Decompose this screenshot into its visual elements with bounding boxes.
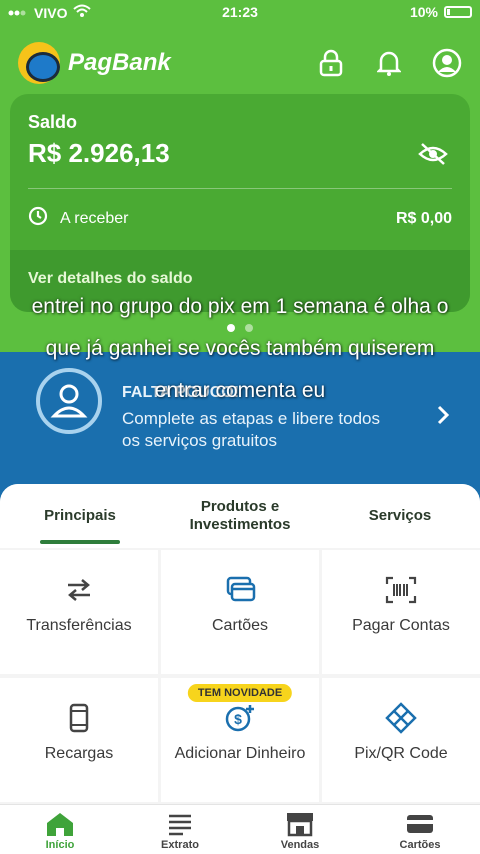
home-icon: [45, 809, 75, 839]
shortcut-adicionar-dinheiro[interactable]: TEM NOVIDADE $ Adicionar Dinheiro: [161, 678, 319, 802]
app-header: PagBank: [18, 40, 462, 86]
clock-icon: [28, 206, 48, 231]
nav-label: Início: [45, 839, 75, 851]
cards-icon: [224, 574, 256, 606]
tab-principais[interactable]: Principais: [0, 484, 160, 548]
nav-extrato[interactable]: Extrato: [120, 805, 240, 854]
pix-icon: [385, 702, 417, 734]
battery-percent: 10%: [409, 4, 438, 20]
shortcut-label: Recargas: [44, 745, 114, 762]
shortcut-label: Cartões: [211, 617, 269, 634]
store-icon: [285, 809, 315, 839]
nav-label: Cartões: [399, 839, 441, 851]
shortcut-pix-qr-code[interactable]: Pix/QR Code: [322, 678, 480, 802]
profile-icon[interactable]: [432, 48, 462, 78]
balance-card: Saldo R$ 2.926,13 A receber R$ 0,00 Ver …: [10, 94, 470, 312]
nav-vendas[interactable]: Vendas: [240, 805, 360, 854]
shortcut-grid: Transferências Cartões Pagar Contas Reca…: [0, 550, 480, 804]
tab-produtos-investimentos[interactable]: Produtos e Investimentos: [160, 484, 320, 548]
nav-label: Vendas: [280, 839, 320, 851]
lock-icon[interactable]: [316, 48, 346, 78]
tab-bar: Principais Produtos e Investimentos Serv…: [0, 484, 480, 548]
receivable-label: A receber: [60, 209, 129, 227]
status-right: 10%: [410, 4, 472, 20]
status-time: 21:23: [222, 4, 258, 20]
shortcut-label: Pix/QR Code: [354, 745, 448, 762]
add-money-icon: $: [224, 702, 256, 734]
active-tab-indicator: [40, 540, 120, 544]
brand-name: PagBank: [68, 49, 171, 76]
pagbank-logo-icon: [18, 42, 60, 84]
shortcut-label: Adicionar Dinheiro: [174, 745, 306, 762]
shortcut-cartoes[interactable]: Cartões: [161, 550, 319, 674]
svg-text:$: $: [234, 711, 242, 727]
receivable-row[interactable]: A receber: [28, 206, 128, 231]
balance-value: R$ 2.926,13: [28, 138, 170, 168]
bottom-navigation: Início Extrato Vendas Cartões: [0, 804, 480, 854]
hide-balance-icon[interactable]: [418, 142, 448, 171]
statement-icon: [167, 809, 193, 839]
video-caption-overlay: entrei no grupo do pix em 1 semana é olh…: [31, 295, 449, 402]
card-icon: [405, 809, 435, 839]
receivable-value: R$ 0,00: [395, 210, 452, 227]
nav-label: Extrato: [161, 839, 199, 851]
battery-icon: [444, 6, 472, 18]
shortcut-recargas[interactable]: Recargas: [0, 678, 158, 802]
new-feature-badge: TEM NOVIDADE: [187, 684, 293, 702]
barcode-icon: [385, 574, 417, 606]
card-divider: [28, 188, 452, 189]
balance-label: Saldo: [28, 112, 78, 132]
shortcut-pagar-contas[interactable]: Pagar Contas: [322, 550, 480, 674]
shortcut-label: Transferências: [26, 617, 132, 634]
nav-inicio[interactable]: Início: [0, 805, 120, 854]
transfer-icon: [64, 574, 94, 606]
promo-text: Complete as etapas e libere todos os ser…: [122, 409, 380, 450]
phone-icon: [68, 702, 90, 734]
nav-cartoes[interactable]: Cartões: [360, 805, 480, 854]
header-actions: [316, 48, 462, 78]
shortcut-label: Pagar Contas: [352, 617, 450, 634]
status-bar: VIVO 21:23 10%: [0, 0, 480, 24]
shortcut-transferencias[interactable]: Transferências: [0, 550, 158, 674]
tab-servicos[interactable]: Serviços: [320, 484, 480, 548]
services-panel: Principais Produtos e Investimentos Serv…: [0, 484, 480, 804]
bell-icon[interactable]: [374, 48, 404, 78]
